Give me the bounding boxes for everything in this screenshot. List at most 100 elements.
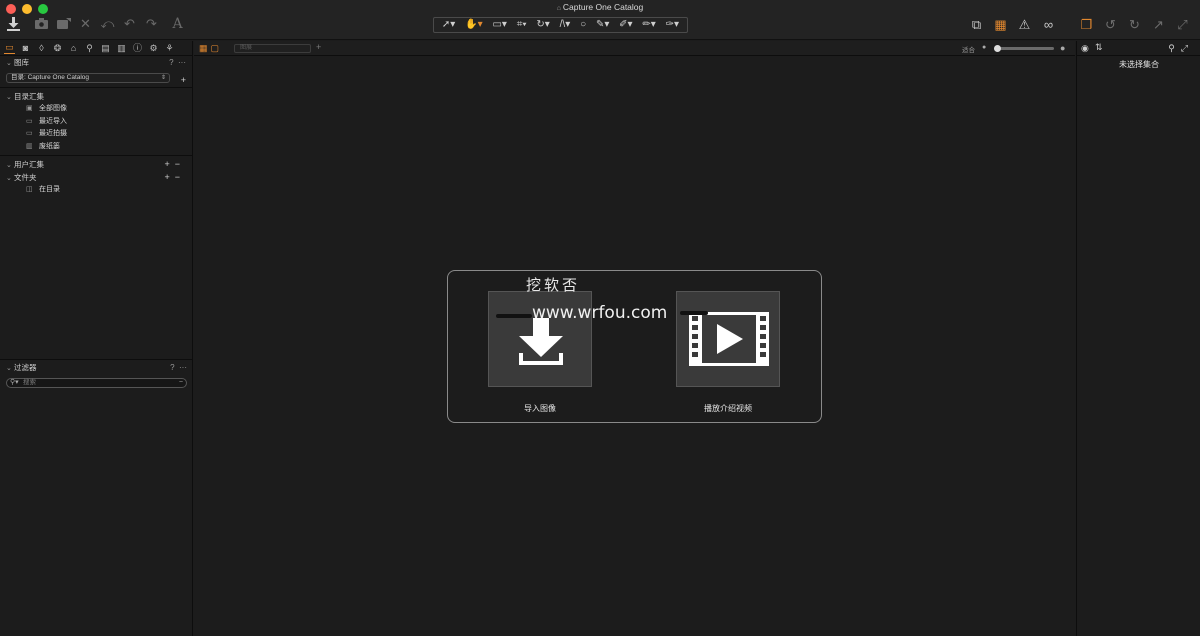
catalog-select[interactable]: 目录: Capture One Catalog ⇕ bbox=[6, 73, 170, 83]
filter-search-input[interactable]: ⚲▾ 搜索 − bbox=[6, 378, 187, 388]
tab-lens[interactable]: ◊ bbox=[36, 43, 47, 54]
grid-overlay-icon[interactable]: ▦ bbox=[993, 17, 1008, 32]
delete-icon[interactable]: ✕ bbox=[78, 16, 93, 31]
undo-history-icon[interactable]: ⤺ bbox=[100, 16, 115, 31]
capture-tool-icon[interactable]: ▭▾ bbox=[492, 20, 506, 30]
import-images-label: 导入图像 bbox=[524, 404, 556, 413]
list-item-trash[interactable]: ▥ 废纸篓 bbox=[0, 141, 192, 154]
rotate-right-icon[interactable]: ↻ bbox=[1127, 17, 1142, 32]
list-item-in-catalog[interactable]: ◫ 在目录 bbox=[0, 184, 192, 197]
brush-tool-icon[interactable]: ✐▾ bbox=[619, 20, 632, 30]
pan-tool-icon[interactable]: ✋▾ bbox=[465, 20, 482, 30]
fullscreen-icon[interactable]: ⤢ bbox=[1181, 43, 1194, 53]
import-icon[interactable] bbox=[6, 16, 21, 31]
rotate-tool-icon[interactable]: ↻▾ bbox=[536, 20, 549, 30]
text-tool-icon[interactable]: A bbox=[170, 16, 185, 31]
zoom-slider[interactable] bbox=[994, 45, 1054, 52]
right-tool-panel: ◉ ⇅ ⚲⤢ 未选择集合 bbox=[1076, 41, 1200, 636]
fullscreen-icon[interactable]: ⤢ bbox=[1175, 17, 1190, 32]
tab-adjust[interactable]: ▥ bbox=[116, 43, 127, 54]
person-search-icon[interactable]: ⚲ bbox=[1168, 43, 1181, 53]
tab-batch[interactable]: ⚘ bbox=[164, 43, 175, 54]
watermark-bar bbox=[680, 311, 708, 315]
add-catalog-button[interactable]: + bbox=[181, 75, 186, 85]
eraser-tool-icon[interactable]: ✏▾ bbox=[642, 20, 655, 30]
add-icon[interactable]: + bbox=[316, 42, 321, 52]
exposure-warning-icon[interactable]: ⚠ bbox=[1017, 17, 1032, 32]
pointer-tool-icon[interactable]: ➚▾ bbox=[442, 20, 455, 30]
redo-icon[interactable]: ↷ bbox=[144, 16, 159, 31]
tool-tabs: ▭ ◙ ◊ ❂ ⌂ ⚲ ▤ ▥ ⓘ ⚙ ⚘ bbox=[0, 41, 192, 56]
chevron-down-icon: ⌄ bbox=[6, 60, 12, 67]
tab-metadata[interactable]: ⓘ bbox=[132, 43, 143, 54]
folder-icon: ▭ bbox=[26, 117, 33, 125]
tab-capture[interactable]: ◙ bbox=[20, 43, 31, 54]
eye-icon[interactable]: ◉ bbox=[1081, 43, 1089, 54]
spot-removal-tool-icon[interactable]: ○ bbox=[580, 20, 586, 30]
camera-icon[interactable] bbox=[34, 16, 49, 31]
clear-icon[interactable]: − bbox=[179, 379, 183, 387]
filters-help-more[interactable]: ? ··· bbox=[170, 361, 187, 374]
app-window: ⌂ Capture One Catalog ✕ ⤺ ↶ ↷ A ➚▾ ✋▾ ▭▾… bbox=[0, 0, 1200, 636]
left-tool-panel: ▭ ◙ ◊ ❂ ⌂ ⚲ ▤ ▥ ⓘ ⚙ ⚘ ⌄ 图库 ? ··· 目录: Capt… bbox=[0, 41, 193, 636]
tab-library[interactable]: ▭ bbox=[4, 42, 15, 54]
color-picker-tool-icon[interactable]: ✎▾ bbox=[596, 20, 609, 30]
user-collections-header[interactable]: ⌄ 用户汇集 +− bbox=[0, 158, 192, 171]
cursor-tools-group: ➚▾ ✋▾ ▭▾ ⌗▾ ↻▾ /\▾ ○ ✎▾ ✐▾ ✏▾ ✑▾ bbox=[433, 17, 688, 33]
tab-output[interactable]: ⚙ bbox=[148, 43, 159, 54]
window-title: ⌂ Capture One Catalog bbox=[556, 2, 644, 12]
reset-icon[interactable]: ↺ bbox=[1103, 17, 1118, 32]
grid-view-icon[interactable]: ▦▢ bbox=[199, 43, 222, 54]
folders-title: 文件夹 bbox=[14, 173, 37, 182]
user-collections-title: 用户汇集 bbox=[14, 160, 44, 169]
zoom-slider-knob[interactable] bbox=[994, 45, 1001, 52]
crop-tool-icon[interactable]: ⌗▾ bbox=[517, 20, 527, 30]
folders-header[interactable]: ⌄ 文件夹 +− bbox=[0, 171, 192, 184]
toolbar: ⌂ Capture One Catalog ✕ ⤺ ↶ ↷ A ➚▾ ✋▾ ▭▾… bbox=[0, 0, 1200, 40]
folders-add-remove[interactable]: +− bbox=[164, 171, 185, 184]
watermark-text: 挖软否 bbox=[526, 276, 581, 294]
copy-adjustments-icon[interactable]: ❐ bbox=[1079, 17, 1094, 32]
tab-color[interactable]: ❂ bbox=[52, 43, 63, 54]
apply-adjustments-icon[interactable]: ↗ bbox=[1151, 17, 1166, 32]
person-large-icon: ● bbox=[1060, 43, 1066, 53]
user-collections-add-remove[interactable]: +− bbox=[164, 158, 185, 171]
tab-exposure[interactable]: ⌂ bbox=[68, 43, 79, 54]
toolbar-left: ✕ ⤺ ↶ ↷ A bbox=[6, 16, 185, 31]
watermark-url: www.wrfou.com bbox=[532, 303, 668, 323]
toolbar-right: ⧉ ▦ ⚠ ∞ ❐ ↺ ↻ ↗ ⤢ bbox=[969, 17, 1190, 32]
divider bbox=[0, 155, 192, 156]
photos-icon: ▣ bbox=[26, 105, 33, 112]
library-section-header[interactable]: ⌄ 图库 ? ··· bbox=[0, 56, 192, 69]
gradient-tool-icon[interactable]: ✑▾ bbox=[666, 20, 679, 30]
right-panel-actions: ⚲⤢ bbox=[1168, 43, 1194, 54]
proof-margin-icon[interactable]: ⧉ bbox=[969, 17, 984, 32]
list-item-all-images[interactable]: ▣ 全部图像 bbox=[0, 103, 192, 116]
camera-settings-icon[interactable] bbox=[56, 16, 71, 31]
play-intro-video-label: 播放介绍视频 bbox=[704, 404, 752, 413]
catalog-collections-title: 目录汇集 bbox=[14, 92, 44, 101]
filters-header[interactable]: ⌄ 过滤器 ? ··· bbox=[0, 361, 193, 374]
undo-icon[interactable]: ↶ bbox=[122, 16, 137, 31]
list-item-label: 全部图像 bbox=[39, 105, 67, 112]
catalog-collections-header[interactable]: ⌄ 目录汇集 bbox=[0, 90, 192, 103]
welcome-panel: 导入图像 播放介绍视频 挖软否 www.wrfou.com bbox=[447, 270, 822, 423]
tab-details[interactable]: ⚲ bbox=[84, 43, 95, 54]
play-intro-video-button[interactable] bbox=[676, 291, 780, 387]
search-icon: ⚲▾ bbox=[10, 379, 19, 386]
loupe-icon[interactable]: ∞ bbox=[1041, 17, 1056, 32]
tab-local[interactable]: ▤ bbox=[100, 43, 111, 54]
sort-icon[interactable]: ⇅ bbox=[1095, 42, 1103, 53]
list-item-label: 最近导入 bbox=[39, 117, 67, 125]
browser-search-input[interactable]: 图展 bbox=[234, 44, 311, 53]
no-collection-selected-text: 未选择集合 bbox=[1119, 60, 1159, 69]
list-item-recent-imports[interactable]: ▭ 最近导入 bbox=[0, 116, 192, 129]
viewer: 导入图像 播放介绍视频 挖软否 www.wrfou.com bbox=[194, 57, 1075, 636]
library-help-more[interactable]: ? ··· bbox=[169, 56, 186, 69]
list-item-recent-captures[interactable]: ▭ 最近拍摄 bbox=[0, 128, 192, 141]
list-item-label: 废纸篓 bbox=[39, 142, 60, 150]
browser-search-placeholder: 图展 bbox=[240, 45, 253, 51]
film-play-icon bbox=[689, 312, 769, 366]
keystone-tool-icon[interactable]: /\▾ bbox=[560, 20, 571, 30]
chevron-updown-icon: ⇕ bbox=[160, 75, 166, 81]
